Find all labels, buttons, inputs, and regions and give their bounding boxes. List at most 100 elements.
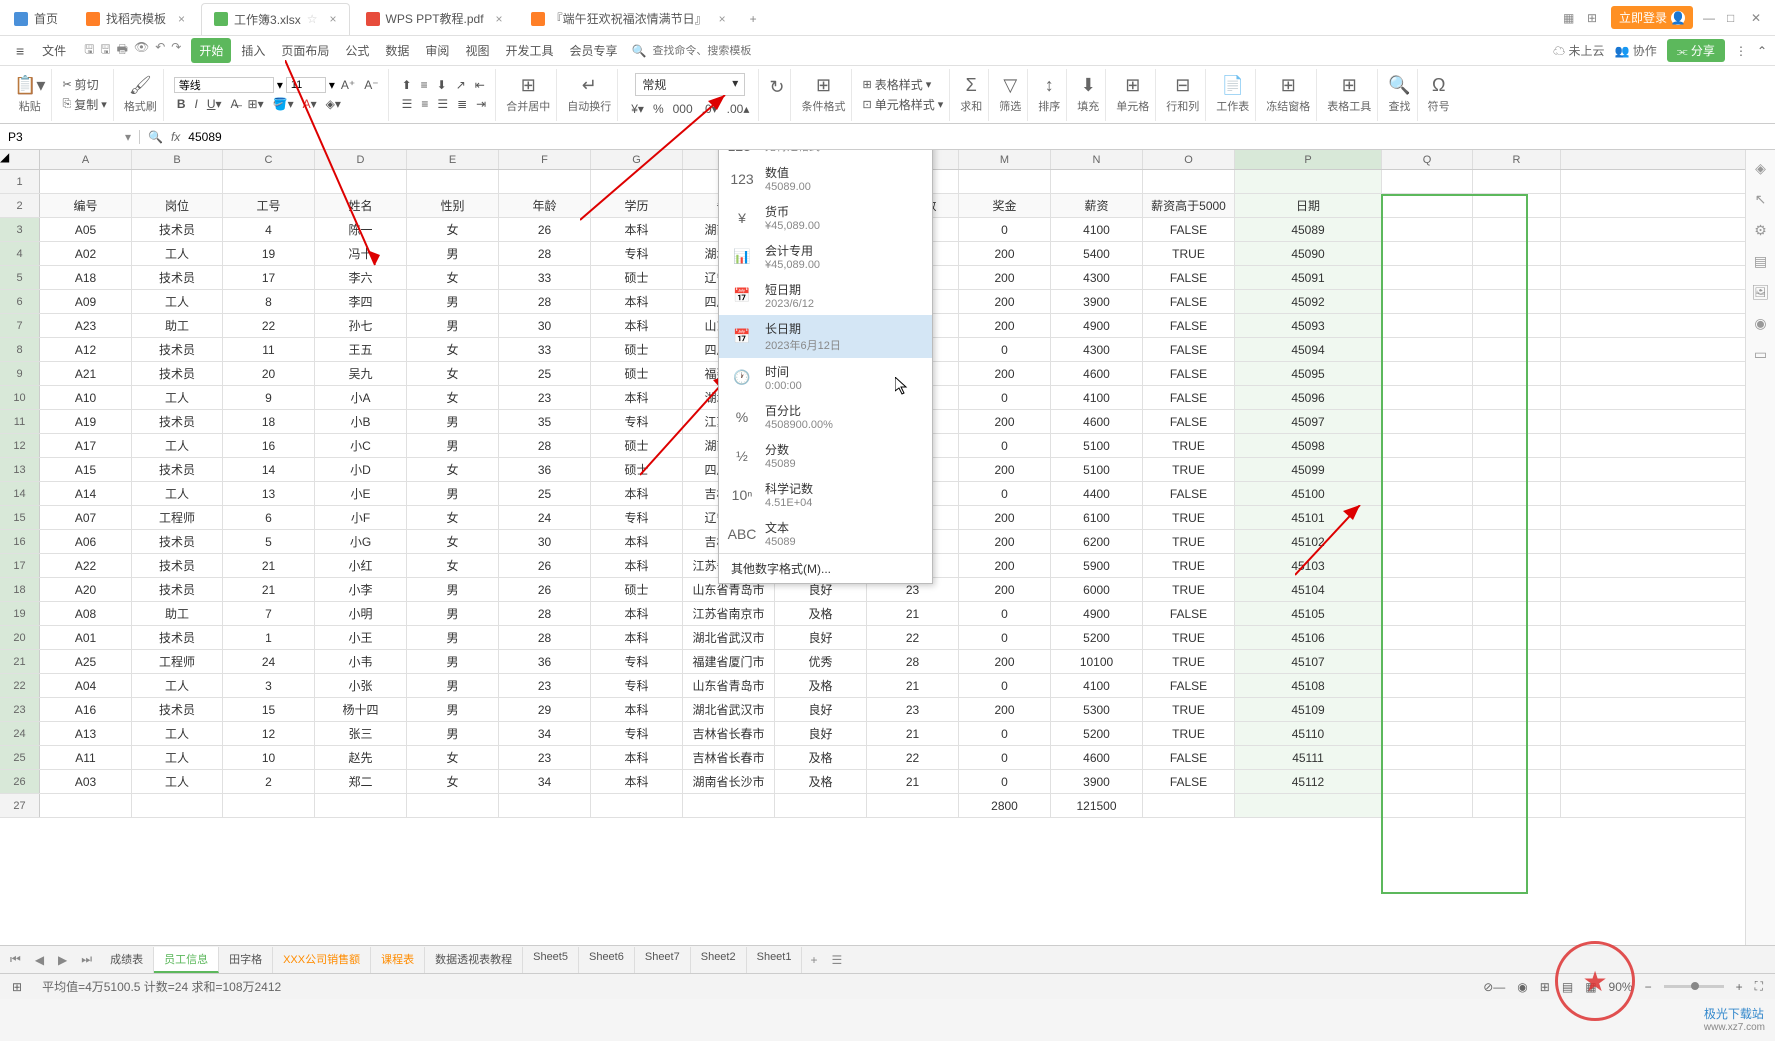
data-cell[interactable]: A13 [40,722,132,745]
data-cell[interactable]: 45092 [1235,290,1382,313]
data-cell[interactable]: 女 [407,554,499,577]
data-cell[interactable]: 10100 [1051,650,1143,673]
data-cell[interactable]: 李六 [315,266,407,289]
data-cell[interactable]: 女 [407,506,499,529]
freeze-icon[interactable]: ⊞ [1281,75,1296,96]
data-cell[interactable] [1473,698,1561,721]
data-cell[interactable]: 121500 [1051,794,1143,817]
sheet-tab[interactable]: XXX公司销售额 [273,947,371,973]
settings-icon[interactable]: ⚙ [1754,222,1767,239]
find-icon[interactable]: 🔍 [1388,75,1410,96]
column-header[interactable]: B [132,150,223,169]
data-cell[interactable] [315,170,407,193]
data-cell[interactable]: 及格 [775,770,867,793]
column-title[interactable]: 姓名 [315,194,407,217]
sheet-tab[interactable]: Sheet5 [523,947,579,973]
menu-item[interactable]: 开发工具 [497,38,561,63]
data-cell[interactable]: 江苏省南京市 [683,602,775,625]
sheet-tab[interactable]: Sheet1 [747,947,803,973]
data-cell[interactable]: 45089 [1235,218,1382,241]
data-cell[interactable] [407,794,499,817]
column-title[interactable]: 岗位 [132,194,223,217]
zoom-search-icon[interactable]: 🔍 [148,130,163,144]
print-icon[interactable]: 🖶 [117,40,128,61]
row-header[interactable]: 17 [0,554,40,577]
data-cell[interactable]: 45101 [1235,506,1382,529]
data-cell[interactable] [1382,554,1473,577]
data-cell[interactable] [1473,410,1561,433]
data-cell[interactable]: 200 [959,506,1051,529]
data-cell[interactable]: 小王 [315,626,407,649]
sheet-tab[interactable]: Sheet7 [635,947,691,973]
paste-icon[interactable]: 📋▾ [14,75,45,96]
cloud-status[interactable]: ☁ 未上云 [1553,42,1604,59]
data-cell[interactable]: 6100 [1051,506,1143,529]
wrap-icon[interactable]: ↵ [582,75,597,96]
row-header[interactable]: 25 [0,746,40,769]
data-cell[interactable]: A17 [40,434,132,457]
cells-icon[interactable]: ⊞ [1125,75,1140,96]
maximize-button[interactable]: □ [1727,11,1741,25]
undo-icon[interactable]: ↶ [155,40,165,61]
data-cell[interactable]: 专科 [591,242,683,265]
data-cell[interactable]: 专科 [591,674,683,697]
data-cell[interactable]: 硕士 [591,458,683,481]
indent-inc-icon[interactable]: ⇥ [473,96,489,112]
data-cell[interactable]: 200 [959,362,1051,385]
data-cell[interactable]: 23 [499,746,591,769]
column-header[interactable]: G [591,150,683,169]
data-cell[interactable] [1473,458,1561,481]
data-cell[interactable]: 6 [223,506,315,529]
data-cell[interactable]: 8 [223,290,315,313]
data-cell[interactable]: 本科 [591,770,683,793]
data-cell[interactable]: 26 [499,554,591,577]
data-cell[interactable]: TRUE [1143,554,1235,577]
data-cell[interactable]: A12 [40,338,132,361]
data-cell[interactable] [1473,626,1561,649]
data-cell[interactable] [591,170,683,193]
data-cell[interactable]: 200 [959,314,1051,337]
data-cell[interactable]: 4100 [1051,218,1143,241]
data-cell[interactable]: 女 [407,770,499,793]
sheet-nav-icon[interactable]: ⊞ [12,980,22,994]
data-cell[interactable]: 3900 [1051,770,1143,793]
data-cell[interactable] [1382,626,1473,649]
column-title[interactable]: 年龄 [499,194,591,217]
data-cell[interactable]: 郑二 [315,770,407,793]
row-header[interactable]: 19 [0,602,40,625]
formula-input[interactable] [188,130,1767,144]
font-size-box[interactable] [286,77,326,93]
menu-item[interactable]: 数据 [377,38,417,63]
data-cell[interactable] [1382,290,1473,313]
data-cell[interactable]: 3 [223,674,315,697]
data-cell[interactable] [1382,482,1473,505]
data-cell[interactable] [1382,434,1473,457]
data-cell[interactable]: 0 [959,338,1051,361]
data-cell[interactable] [1382,242,1473,265]
data-cell[interactable]: 18 [223,410,315,433]
data-cell[interactable]: 6000 [1051,578,1143,601]
data-cell[interactable]: 13 [223,482,315,505]
data-cell[interactable] [1382,602,1473,625]
data-cell[interactable]: 45100 [1235,482,1382,505]
data-cell[interactable]: 4600 [1051,362,1143,385]
row-header[interactable]: 9 [0,362,40,385]
data-cell[interactable]: 工人 [132,434,223,457]
data-cell[interactable]: 助工 [132,314,223,337]
data-cell[interactable] [1382,794,1473,817]
data-cell[interactable] [1382,506,1473,529]
data-cell[interactable]: 技术员 [132,338,223,361]
data-cell[interactable] [1473,530,1561,553]
data-cell[interactable]: 4600 [1051,410,1143,433]
data-cell[interactable]: 0 [959,674,1051,697]
cut-button[interactable]: ✂ 剪切 [62,76,106,93]
data-cell[interactable]: 200 [959,530,1051,553]
row-header[interactable]: 12 [0,434,40,457]
column-header[interactable]: D [315,150,407,169]
data-cell[interactable]: 45110 [1235,722,1382,745]
data-cell[interactable]: 硕士 [591,362,683,385]
data-cell[interactable]: FALSE [1143,266,1235,289]
data-cell[interactable] [1473,362,1561,385]
data-cell[interactable]: 2800 [959,794,1051,817]
format-option[interactable]: %百分比4508900.00% [719,397,932,436]
